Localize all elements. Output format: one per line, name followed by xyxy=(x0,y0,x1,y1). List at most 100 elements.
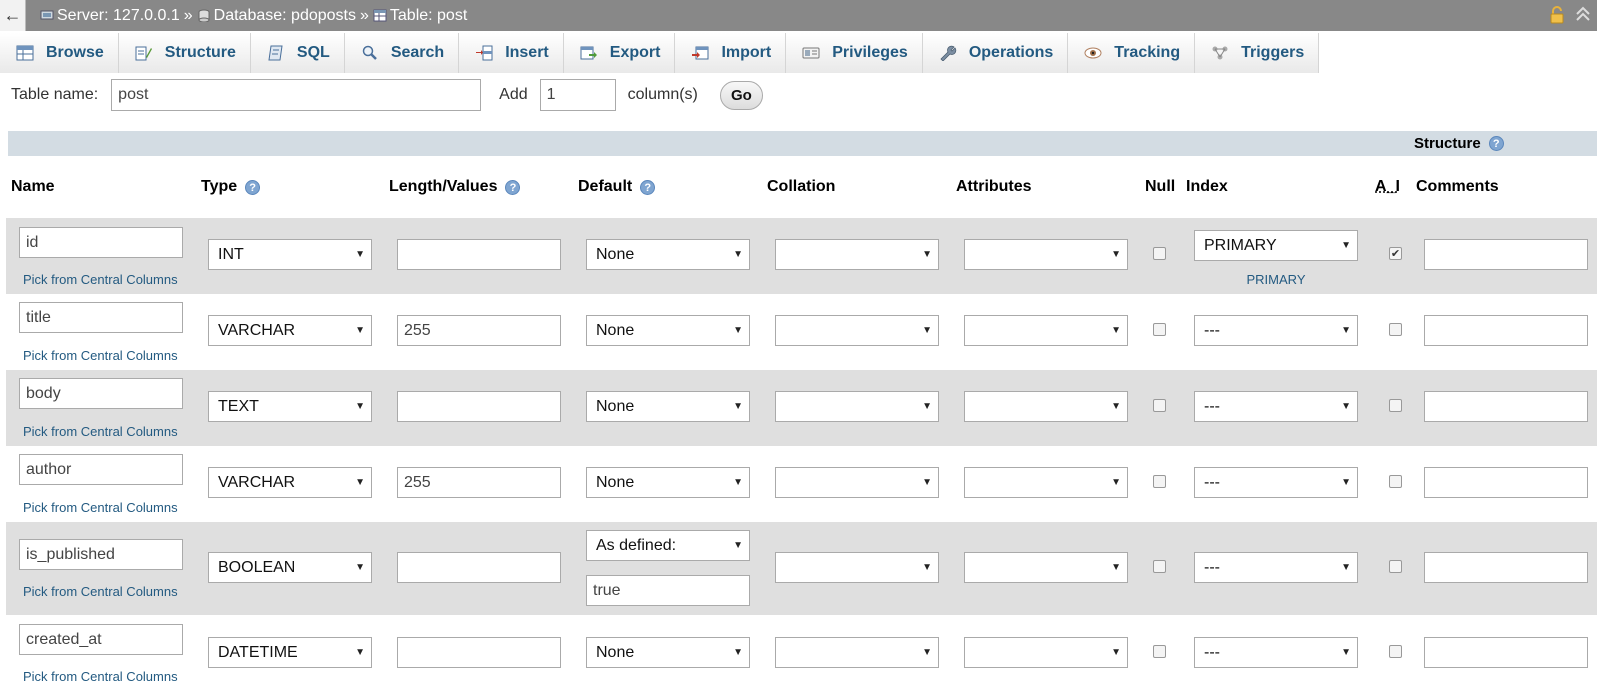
index-select[interactable]: PRIMARY ▼ xyxy=(1194,230,1358,261)
table-row: id Pick from Central Columns INT ▼ None ▼ … xyxy=(6,218,1597,294)
tab-triggers[interactable]: Triggers xyxy=(1195,33,1320,73)
auto-increment-checkbox[interactable] xyxy=(1389,399,1402,412)
length-input[interactable]: 255 xyxy=(397,467,561,498)
comments-input[interactable] xyxy=(1424,239,1588,270)
attributes-select[interactable]: ▼ xyxy=(964,391,1128,422)
null-checkbox[interactable] xyxy=(1153,560,1166,573)
pick-central-columns-link[interactable]: Pick from Central Columns xyxy=(23,500,178,515)
pick-central-columns-link[interactable]: Pick from Central Columns xyxy=(23,669,178,684)
collation-select[interactable]: ▼ xyxy=(775,467,939,498)
tab-export[interactable]: Export xyxy=(563,33,676,73)
tab-browse[interactable]: Browse xyxy=(0,33,119,73)
add-columns-input[interactable]: 1 xyxy=(539,79,616,111)
index-select[interactable]: --- ▼ xyxy=(1194,552,1358,583)
auto-increment-checkbox[interactable] xyxy=(1389,323,1402,336)
column-name-input[interactable]: title xyxy=(19,302,183,333)
comments-input[interactable] xyxy=(1424,552,1588,583)
null-checkbox[interactable] xyxy=(1153,645,1166,658)
attributes-select[interactable]: ▼ xyxy=(964,467,1128,498)
default-select[interactable]: None ▼ xyxy=(586,239,750,270)
help-icon[interactable]: ? xyxy=(640,179,656,195)
null-checkbox[interactable] xyxy=(1153,247,1166,260)
breadcrumb-database[interactable]: Database: pdoposts xyxy=(197,7,356,25)
length-input[interactable] xyxy=(397,552,561,583)
back-button[interactable]: ← xyxy=(0,0,26,31)
column-name-input[interactable]: is_published xyxy=(19,539,183,570)
comments-input[interactable] xyxy=(1424,637,1588,668)
comments-input[interactable] xyxy=(1424,391,1588,422)
pick-central-columns-link[interactable]: Pick from Central Columns xyxy=(23,272,178,287)
tab-sql[interactable]: SQL xyxy=(250,33,345,73)
default-select[interactable]: None ▼ xyxy=(586,315,750,346)
chevron-down-icon: ▼ xyxy=(733,477,743,488)
tab-tracking[interactable]: Tracking xyxy=(1068,33,1196,73)
comments-input[interactable] xyxy=(1424,315,1588,346)
attributes-select[interactable]: ▼ xyxy=(964,552,1128,583)
auto-increment-checkbox[interactable] xyxy=(1389,560,1402,573)
default-select[interactable]: None ▼ xyxy=(586,637,750,668)
breadcrumb-table[interactable]: Table: post xyxy=(373,7,467,25)
collation-select[interactable]: ▼ xyxy=(775,391,939,422)
index-note[interactable]: PRIMARY xyxy=(1194,272,1358,287)
column-name-input[interactable]: created_at xyxy=(19,624,183,655)
auto-increment-checkbox[interactable] xyxy=(1389,645,1402,658)
breadcrumb-server[interactable]: Server: 127.0.0.1 xyxy=(40,7,180,25)
tab-operations[interactable]: Operations xyxy=(922,33,1069,73)
length-input[interactable] xyxy=(397,637,561,668)
help-icon[interactable]: ? xyxy=(1488,136,1504,151)
help-icon[interactable]: ? xyxy=(505,179,521,195)
chevron-down-icon: ▼ xyxy=(1341,240,1351,251)
index-select[interactable]: --- ▼ xyxy=(1194,467,1358,498)
type-select[interactable]: BOOLEAN ▼ xyxy=(208,552,372,583)
help-icon[interactable]: ? xyxy=(245,179,261,195)
auto-increment-checkbox[interactable] xyxy=(1389,475,1402,488)
pick-central-columns-link[interactable]: Pick from Central Columns xyxy=(23,424,178,439)
type-select[interactable]: VARCHAR ▼ xyxy=(208,315,372,346)
attributes-select[interactable]: ▼ xyxy=(964,637,1128,668)
length-input[interactable] xyxy=(397,239,561,270)
default-value-input[interactable]: true xyxy=(586,575,750,606)
lock-icon[interactable] xyxy=(1549,6,1565,24)
default-select[interactable]: As defined: ▼ xyxy=(586,530,750,561)
attributes-select[interactable]: ▼ xyxy=(964,239,1128,270)
column-name-input[interactable]: author xyxy=(19,454,183,485)
null-checkbox[interactable] xyxy=(1153,323,1166,336)
default-select[interactable]: None ▼ xyxy=(586,467,750,498)
table-name-input[interactable]: post xyxy=(111,79,482,111)
type-select[interactable]: DATETIME ▼ xyxy=(208,637,372,668)
comments-input[interactable] xyxy=(1424,467,1588,498)
column-name-input[interactable]: id xyxy=(19,227,183,258)
length-input[interactable]: 255 xyxy=(397,315,561,346)
search-icon xyxy=(362,45,377,60)
length-input[interactable] xyxy=(397,391,561,422)
null-checkbox[interactable] xyxy=(1153,399,1166,412)
tab-privileges[interactable]: Privileges xyxy=(786,33,923,73)
tab-insert[interactable]: Insert xyxy=(459,33,564,73)
pick-central-columns-link[interactable]: Pick from Central Columns xyxy=(23,584,178,599)
type-select[interactable]: TEXT ▼ xyxy=(208,391,372,422)
type-select[interactable]: INT ▼ xyxy=(208,239,372,270)
default-select[interactable]: None ▼ xyxy=(586,391,750,422)
collation-select[interactable]: ▼ xyxy=(775,239,939,270)
tab-structure[interactable]: Structure xyxy=(118,33,251,73)
collation-select[interactable]: ▼ xyxy=(775,315,939,346)
auto-increment-checkbox[interactable]: ✔ xyxy=(1389,247,1402,260)
null-checkbox[interactable] xyxy=(1153,475,1166,488)
go-button[interactable]: Go xyxy=(719,80,763,110)
collapse-icon[interactable] xyxy=(1575,6,1591,22)
back-arrow-icon: ← xyxy=(3,5,22,25)
collation-select[interactable]: ▼ xyxy=(775,637,939,668)
type-select[interactable]: VARCHAR ▼ xyxy=(208,467,372,498)
tab-search[interactable]: Search xyxy=(344,33,460,73)
index-select[interactable]: --- ▼ xyxy=(1194,637,1358,668)
chevron-down-icon: ▼ xyxy=(1111,562,1121,573)
column-name-input[interactable]: body xyxy=(19,378,183,409)
index-select[interactable]: --- ▼ xyxy=(1194,315,1358,346)
pick-central-columns-link[interactable]: Pick from Central Columns xyxy=(23,348,178,363)
tab-import[interactable]: Import xyxy=(675,33,787,73)
index-value: --- xyxy=(1204,473,1220,491)
collation-select[interactable]: ▼ xyxy=(775,552,939,583)
tab-label: Privileges xyxy=(832,44,908,61)
attributes-select[interactable]: ▼ xyxy=(964,315,1128,346)
index-select[interactable]: --- ▼ xyxy=(1194,391,1358,422)
